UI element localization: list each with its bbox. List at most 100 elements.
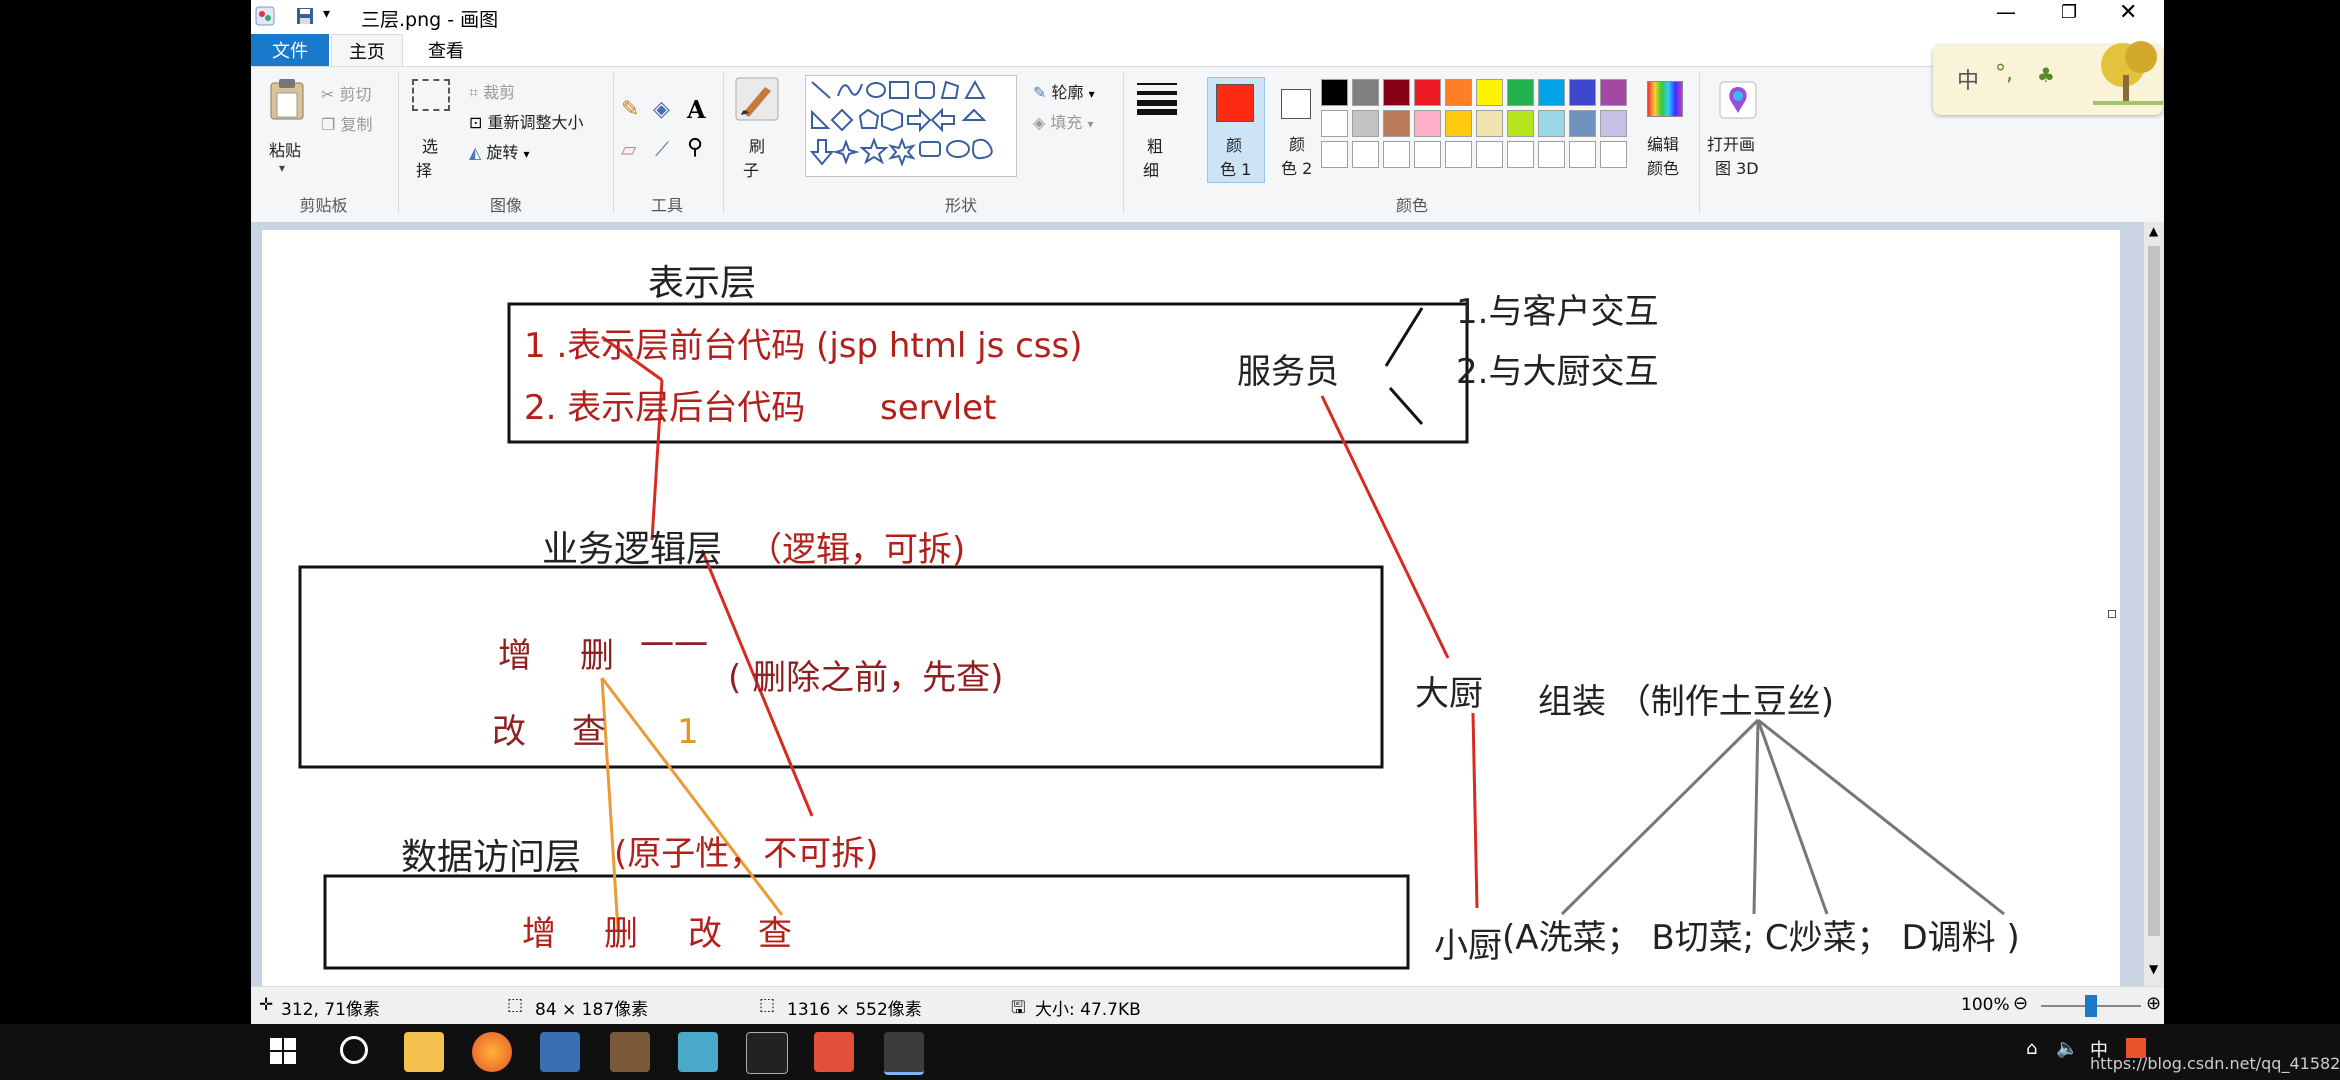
copy-button[interactable]: ❐ 复制 — [321, 111, 372, 135]
color2-swatch — [1281, 89, 1311, 119]
zoom-out-icon[interactable]: ⊖ — [2013, 993, 2028, 1014]
color2-button[interactable]: 颜 色 2 — [1269, 77, 1325, 181]
scroll-down-icon[interactable]: ▼ — [2149, 962, 2158, 976]
palette-swatch[interactable] — [1414, 79, 1441, 106]
tray-app-icon[interactable] — [2126, 1038, 2146, 1058]
magnifier-icon[interactable]: ⚲ — [687, 135, 703, 160]
palette-swatch[interactable] — [1507, 141, 1534, 168]
palette-swatch[interactable] — [1538, 141, 1565, 168]
palette-swatch[interactable] — [1414, 141, 1441, 168]
crop-button[interactable]: ⌗ 裁剪 — [469, 79, 515, 103]
scroll-up-icon[interactable]: ▲ — [2149, 224, 2158, 238]
title-bar: ▾ 三层.png - 画图 — ❐ ✕ — [251, 0, 2164, 34]
palette-swatch[interactable] — [1352, 79, 1379, 106]
palette-swatch[interactable] — [1600, 110, 1627, 137]
palette-swatch[interactable] — [1352, 141, 1379, 168]
notes-icon[interactable] — [678, 1032, 718, 1072]
palette-swatch[interactable] — [1352, 110, 1379, 137]
select-button[interactable]: 选 择 — [406, 73, 456, 183]
firefox-icon[interactable] — [472, 1032, 512, 1072]
brushes-button[interactable]: 刷 子 — [727, 73, 787, 183]
red-line — [1320, 395, 1450, 659]
fill-bucket-icon[interactable]: ◈ — [653, 97, 670, 122]
resize-button[interactable]: ⊡ 重新调整大小 — [469, 109, 584, 133]
palette-swatch[interactable] — [1507, 79, 1534, 106]
terminal-icon[interactable] — [746, 1032, 788, 1074]
color1-label-1: 颜 — [1226, 136, 1243, 155]
tab-file[interactable]: 文件 — [251, 34, 329, 66]
palette-swatch[interactable] — [1445, 141, 1472, 168]
paint-app-icon[interactable] — [255, 6, 275, 26]
data-access-box — [323, 874, 1410, 970]
paste-button[interactable]: 粘贴 ▾ — [257, 73, 317, 183]
canvas-resize-handle[interactable] — [2108, 610, 2116, 618]
game-icon[interactable] — [610, 1032, 650, 1072]
vertical-scrollbar[interactable]: ▲ ▼ — [2144, 222, 2164, 986]
copy-icon: ❐ — [321, 115, 336, 134]
palette-swatch[interactable] — [1600, 79, 1627, 106]
zoom-in-icon[interactable]: ⊕ — [2146, 993, 2161, 1014]
palette-swatch[interactable] — [1538, 79, 1565, 106]
group-label-image: 图像 — [489, 196, 522, 215]
palette-swatch[interactable] — [1476, 79, 1503, 106]
palette-swatch[interactable] — [1445, 110, 1472, 137]
scroll-thumb[interactable] — [2148, 246, 2160, 936]
color1-button[interactable]: 颜 色 1 — [1207, 77, 1265, 183]
palette-swatch[interactable] — [1600, 141, 1627, 168]
presentation-servlet: servlet — [880, 388, 997, 428]
monitor-icon[interactable] — [540, 1032, 580, 1072]
palette-swatch[interactable] — [1321, 110, 1348, 137]
black-stroke — [1388, 387, 1424, 425]
paint3d-label-2: 图 3D — [1715, 159, 1759, 178]
restore-icon[interactable]: ❐ — [2061, 2, 2077, 23]
outline-button[interactable]: ✎ 轮廓 ▾ — [1033, 79, 1095, 103]
tab-home[interactable]: 主页 — [331, 34, 403, 67]
close-icon[interactable]: ✕ — [2119, 0, 2137, 25]
tab-view[interactable]: 查看 — [411, 34, 481, 66]
shapes-gallery[interactable] — [805, 75, 1017, 177]
palette-swatch[interactable] — [1383, 141, 1410, 168]
file-explorer-icon[interactable] — [404, 1032, 444, 1072]
palette-swatch[interactable] — [1383, 79, 1410, 106]
open-paint3d-button[interactable]: 打开画 图 3D — [1703, 77, 1773, 181]
palette-swatch[interactable] — [1414, 110, 1441, 137]
network-icon[interactable]: ⌂ — [2026, 1038, 2037, 1059]
paint-icon[interactable] — [884, 1032, 924, 1075]
palette-swatch[interactable] — [1476, 110, 1503, 137]
palette-swatch[interactable] — [1383, 110, 1410, 137]
palette-swatch[interactable] — [1569, 79, 1596, 106]
edit-colors-button[interactable]: 编辑 颜色 — [1637, 77, 1693, 181]
cut-button[interactable]: ✂ 剪切 — [321, 81, 372, 105]
palette-swatch[interactable] — [1445, 79, 1472, 106]
palette-swatch[interactable] — [1476, 141, 1503, 168]
eraser-icon[interactable]: ▱ — [621, 137, 636, 161]
ime-widget[interactable]: 中 °, ♣ — [1933, 41, 2163, 115]
palette-swatch[interactable] — [1538, 110, 1565, 137]
text-tool-icon[interactable]: A — [687, 95, 706, 124]
volume-icon[interactable]: 🔈 — [2056, 1038, 2078, 1059]
tray-language[interactable]: 中 — [2090, 1036, 2108, 1062]
zoom-level: 100% — [1961, 995, 2010, 1015]
palette-swatch[interactable] — [1321, 79, 1348, 106]
quick-access-dropdown-icon[interactable]: ▾ — [323, 6, 330, 22]
windows-start-icon[interactable] — [270, 1038, 298, 1070]
palette-swatch[interactable] — [1321, 141, 1348, 168]
drawing-canvas[interactable]: 表示层 1 .表示层前台代码 (jsp html js css) 2. 表示层后… — [262, 230, 2120, 986]
fill-button[interactable]: ◈ 填充 ▾ — [1033, 109, 1094, 133]
palette-swatch[interactable] — [1569, 110, 1596, 137]
zoom-slider[interactable] — [2041, 995, 2141, 1017]
cortana-icon[interactable] — [340, 1036, 368, 1064]
color-picker-icon[interactable]: ⟋ — [655, 137, 669, 161]
palette-swatch[interactable] — [1507, 110, 1534, 137]
chef-label: 大厨 — [1415, 674, 1483, 714]
zoom-slider-thumb[interactable] — [2085, 995, 2097, 1017]
app-icon[interactable] — [814, 1032, 854, 1072]
pencil-icon[interactable]: ✎ — [621, 97, 639, 122]
rotate-button[interactable]: ◭ 旋转 ▾ — [469, 139, 530, 163]
size-button[interactable]: 粗 细 — [1129, 73, 1185, 183]
save-icon[interactable] — [295, 6, 315, 26]
ribbon-separator — [1699, 73, 1700, 213]
palette-swatch[interactable] — [1569, 141, 1596, 168]
crop-icon: ⌗ — [469, 83, 479, 102]
minimize-icon[interactable]: — — [1996, 0, 2016, 24]
